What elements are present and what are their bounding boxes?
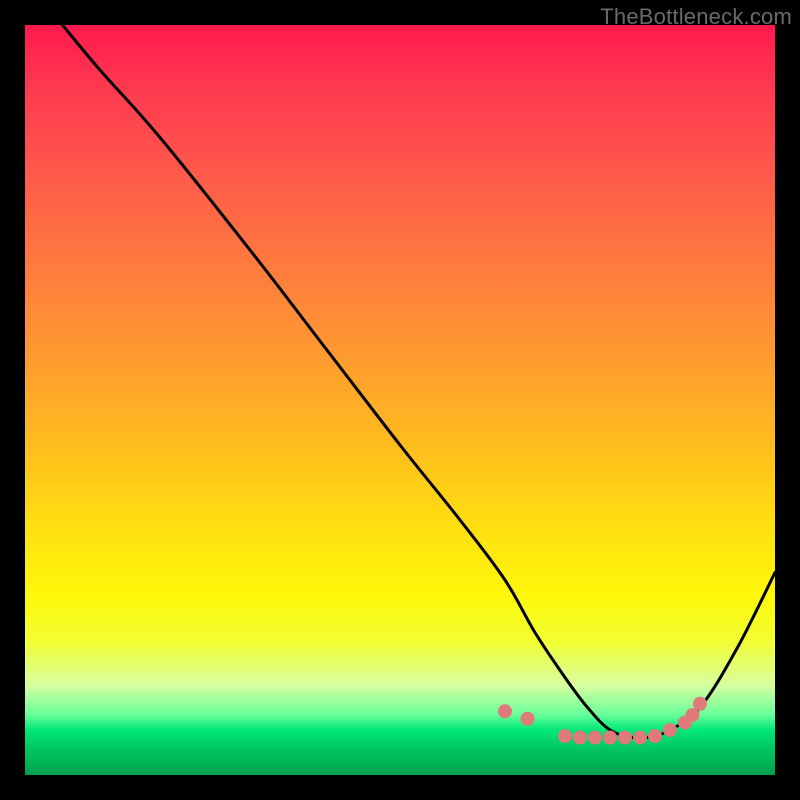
- plot-area: [25, 25, 775, 775]
- curve-marker: [573, 731, 587, 745]
- curve-marker: [648, 729, 662, 743]
- curve-marker: [618, 731, 632, 745]
- curve-marker: [498, 704, 512, 718]
- curve-marker: [521, 712, 535, 726]
- bottleneck-curve: [63, 25, 776, 739]
- curve-marker-dots: [498, 697, 707, 745]
- curve-marker: [693, 697, 707, 711]
- curve-marker: [663, 723, 677, 737]
- chart-svg: [25, 25, 775, 775]
- curve-marker: [603, 731, 617, 745]
- curve-marker: [588, 731, 602, 745]
- curve-marker: [558, 729, 572, 743]
- curve-marker: [633, 731, 647, 745]
- watermark-text: TheBottleneck.com: [600, 4, 792, 30]
